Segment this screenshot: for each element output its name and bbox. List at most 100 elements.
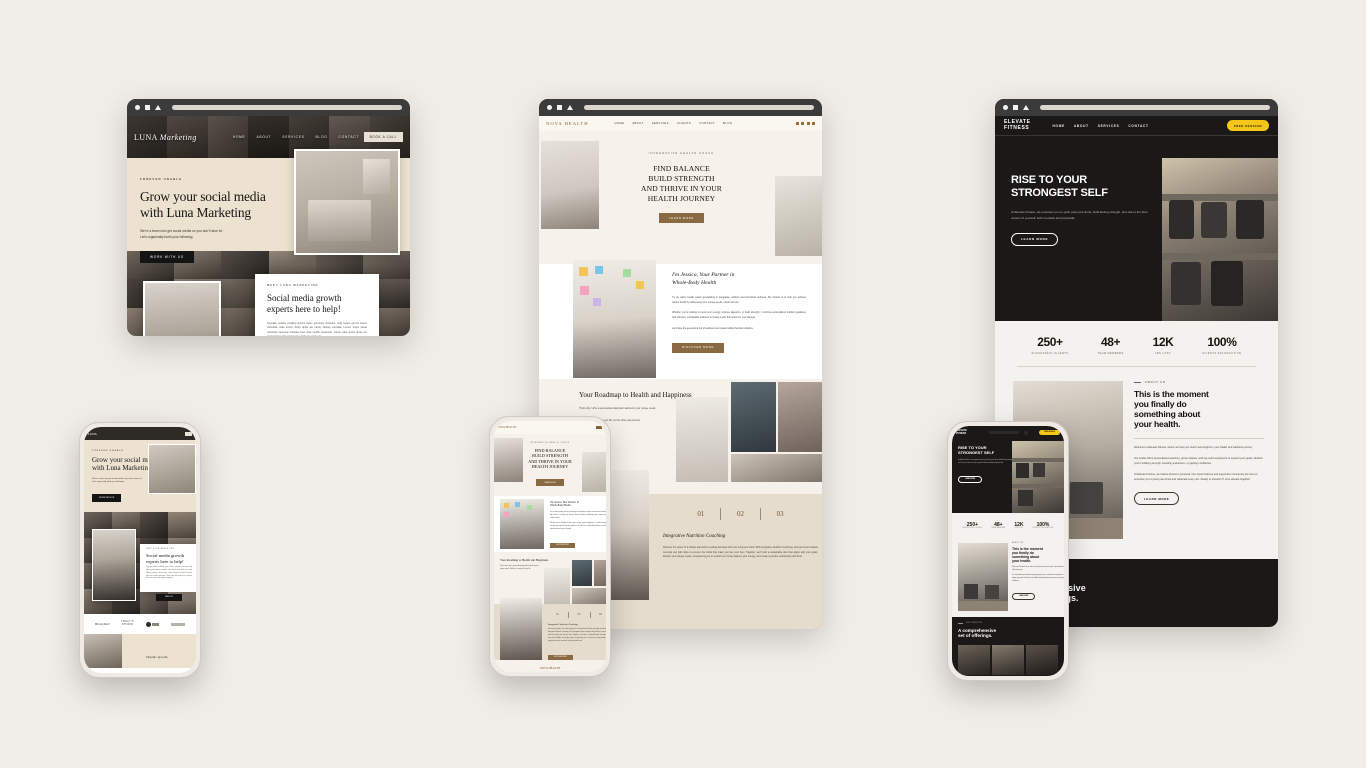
- nav-item-blog[interactable]: BLOG: [723, 122, 732, 125]
- circle-icon[interactable]: [135, 105, 140, 110]
- nav-item-clients[interactable]: CLIENTS: [677, 122, 691, 125]
- stat-label: SUCCESSFUL CLIENTS: [962, 527, 983, 529]
- nav-item-blog[interactable]: BLOG: [316, 135, 328, 139]
- nova-about-heading: I'm Jessica, Your Partner in Whole-Body …: [672, 272, 735, 286]
- mockup-canvas: LUNA Marketing HOME ABOUT SERVICES BLOG …: [0, 0, 1366, 768]
- elevate-mobile-about-para2: Our studio offers personalized coaching,…: [1012, 575, 1064, 582]
- nova-mobile-hero-photo-left: [494, 438, 523, 482]
- browser-chrome: [995, 99, 1278, 116]
- offerings-dash-icon: [958, 623, 963, 624]
- luna-hero: FOREVER UNABLE Grow your social media wi…: [127, 149, 410, 263]
- browser-chrome: [127, 99, 410, 116]
- pinterest-icon[interactable]: [806, 122, 810, 125]
- nova-about-para1: I'm an online health coach specializing …: [672, 296, 806, 304]
- elevate-mobile-about-button[interactable]: LEARN MORE: [1012, 593, 1036, 601]
- offering-photo[interactable]: [958, 644, 990, 675]
- luna-mobile-portrait: [92, 529, 136, 601]
- elevate-logo[interactable]: ELEVATE FITNESS: [1004, 119, 1031, 131]
- elevate-mobile-hero-button[interactable]: LEARN MORE: [958, 475, 983, 483]
- luna-card-eyebrow: MEET LUNA MARKETING: [267, 284, 319, 287]
- square-icon[interactable]: [145, 105, 150, 110]
- elevate-mobile-screen: ELEVATE FITNESS FREE SESSION RISE TO YOU…: [952, 426, 1064, 676]
- elevate-mobile-hero-body: At Elevate Fitness, we empower you to pu…: [958, 460, 1014, 465]
- nova-hero: INTEGRATIVE HEALTH COACH FIND BALANCE BU…: [539, 131, 822, 256]
- elevate-mobile-about-heading: This is the moment you finally do someth…: [1012, 547, 1043, 564]
- nova-mobile-roadmap-text: That's why I offer a personalized approa…: [500, 566, 539, 570]
- nav-item-services[interactable]: SERVICES: [1098, 124, 1120, 128]
- nova-mobile-step-body: Discover the power of a holistic approac…: [548, 629, 606, 642]
- nav-item-about[interactable]: ABOUT: [256, 135, 271, 139]
- elevate-about-para2: Our studio offers personalized coaching,…: [1134, 457, 1263, 466]
- offering-photo[interactable]: [1026, 644, 1058, 675]
- free-session-button[interactable]: FREE SESSION: [1226, 120, 1269, 131]
- nova-roadmap-photo-3: [778, 382, 822, 452]
- circle-icon[interactable]: [547, 105, 552, 110]
- luna-mobile-logo[interactable]: LUNA: [88, 432, 97, 436]
- luna-mobile-hero-button[interactable]: WORK WITH US: [92, 493, 122, 502]
- nova-mobile-logo[interactable]: NOVA HEALTH: [498, 426, 516, 429]
- nav-item-contact[interactable]: CONTACT: [699, 122, 715, 125]
- elevate-mobile-logo[interactable]: ELEVATE FITNESS: [956, 429, 967, 435]
- step-tab-02[interactable]: 02: [737, 510, 744, 518]
- elevate-about-learn-more-button[interactable]: LEARN MORE: [1134, 492, 1180, 506]
- nav-item-about[interactable]: ABOUT: [632, 122, 643, 125]
- luna-mobile-card-body: Cupcake powder pudding gummi bears gummi…: [146, 567, 192, 580]
- nav-item-contact[interactable]: CONTACT: [1128, 124, 1148, 128]
- address-bar[interactable]: [1040, 105, 1270, 110]
- step-tab-03[interactable]: 03: [777, 510, 784, 518]
- stat-label: SUCCESSFUL CLIENTS: [1031, 352, 1069, 355]
- nova-mobile-steps-button[interactable]: DISCOVER MORE: [548, 654, 573, 660]
- address-bar[interactable]: [172, 105, 402, 110]
- triangle-icon[interactable]: [567, 105, 573, 110]
- triangle-icon[interactable]: [155, 105, 161, 110]
- luna-logo[interactable]: LUNA Marketing: [134, 133, 197, 142]
- stat-label: CLIENTS SATISFACTION: [1202, 352, 1242, 355]
- nova-mobile-step-tab-01[interactable]: 01: [556, 612, 559, 618]
- square-icon[interactable]: [1013, 105, 1018, 110]
- luna-info-card: MEET LUNA MARKETING Social media growth …: [255, 274, 379, 336]
- nav-item-services[interactable]: SERVICES: [652, 122, 669, 125]
- facebook-icon[interactable]: [795, 122, 799, 125]
- elevate-mobile-about-photo: [958, 543, 1008, 611]
- elevate-hero-learn-more-button[interactable]: LEARN MORE: [1011, 232, 1059, 246]
- nova-mobile-about-para1: I'm an online health coach specializing …: [550, 511, 606, 519]
- about-dash-icon: [1134, 382, 1141, 383]
- stat-label: TEAM MEMBERS: [1097, 352, 1124, 355]
- nova-mobile-step-tab-03[interactable]: 03: [599, 612, 602, 618]
- nova-mobile-about-button[interactable]: DISCOVER MORE: [550, 543, 575, 549]
- elevate-hero-body: At Elevate Fitness, we empower you to pu…: [1011, 210, 1148, 220]
- nova-mobile-step-tab-02[interactable]: 02: [578, 612, 581, 618]
- elevate-mobile-phone: ELEVATE FITNESS FREE SESSION RISE TO YOU…: [947, 421, 1069, 681]
- nav-item-about[interactable]: ABOUT: [1074, 124, 1089, 128]
- triangle-icon[interactable]: [1023, 105, 1029, 110]
- nav-item-home[interactable]: HOME: [1053, 124, 1065, 128]
- hamburger-icon[interactable]: [185, 431, 192, 436]
- address-bar[interactable]: [584, 105, 814, 110]
- nova-discover-more-button[interactable]: DISCOVER MORE: [672, 342, 724, 353]
- mail-icon[interactable]: [812, 122, 815, 125]
- elevate-stats-row: 250+ SUCCESSFUL CLIENTS 48+ TEAM MEMBERS…: [995, 321, 1278, 369]
- nav-item-contact[interactable]: CONTACT: [338, 135, 359, 139]
- instagram-icon[interactable]: [801, 122, 804, 125]
- nova-hero-learn-more-button[interactable]: LEARN MORE: [659, 213, 704, 224]
- step-tab-01[interactable]: 01: [697, 510, 704, 518]
- book-a-call-button[interactable]: BOOK A CALL: [363, 132, 403, 142]
- stats-divider: [1017, 366, 1256, 367]
- elevate-mobile-offerings-gallery: [958, 644, 1058, 675]
- hamburger-icon[interactable]: [596, 426, 602, 429]
- work-with-us-button[interactable]: WORK WITH US: [140, 250, 194, 263]
- luna-mobile-hero-photo: [148, 444, 196, 494]
- luna-desktop-browser: LUNA Marketing HOME ABOUT SERVICES BLOG …: [127, 99, 410, 336]
- nav-item-services[interactable]: SERVICES: [282, 135, 304, 139]
- elevate-mobile-about-eyebrow: ABOUT US: [1012, 543, 1024, 544]
- nav-item-home[interactable]: HOME: [233, 135, 246, 139]
- square-icon[interactable]: [557, 105, 562, 110]
- elevate-mobile-free-session-button[interactable]: FREE SESSION: [1038, 430, 1060, 435]
- nova-logo[interactable]: NOVA HEALTH: [546, 121, 589, 126]
- nav-item-home[interactable]: HOME: [615, 122, 625, 125]
- nova-mobile-hero-button[interactable]: LEARN MORE: [536, 479, 564, 487]
- luna-mobile-meet-us-button[interactable]: MEET US: [156, 593, 182, 601]
- nova-mobile-roadmap-photo-2: [572, 560, 592, 586]
- offering-photo[interactable]: [992, 644, 1024, 675]
- circle-icon[interactable]: [1003, 105, 1008, 110]
